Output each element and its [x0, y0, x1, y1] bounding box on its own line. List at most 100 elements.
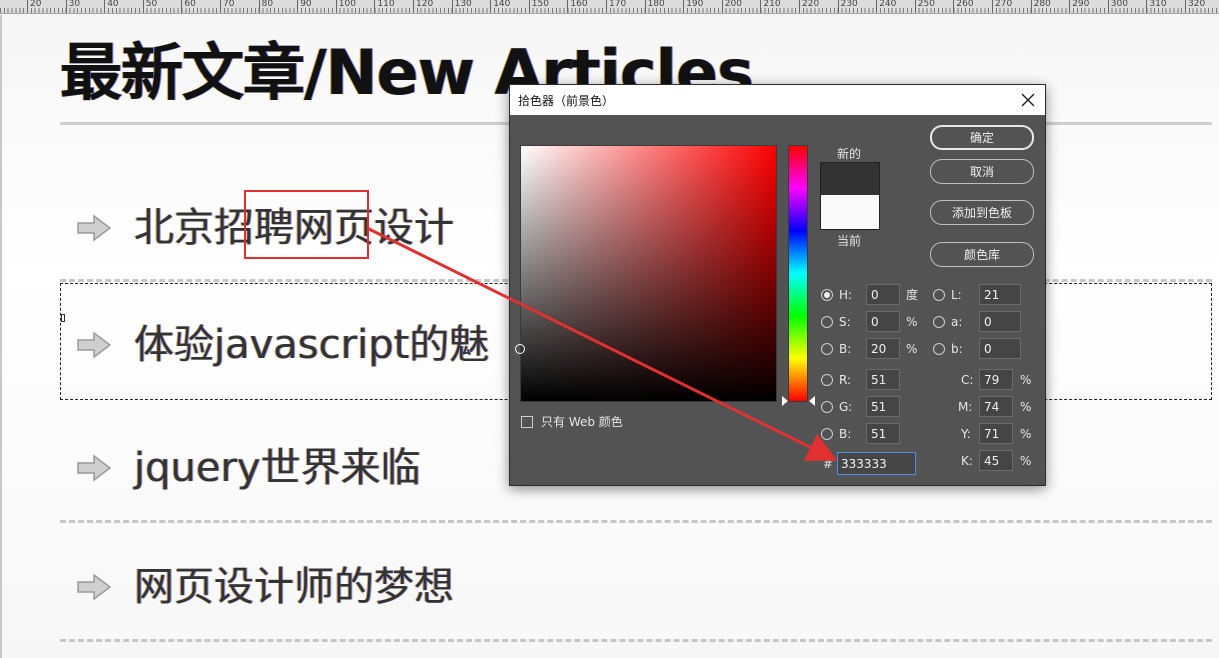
- radio-blue[interactable]: [821, 428, 833, 440]
- ruler-label: 70: [220, 0, 234, 13]
- arrow-right-icon: [77, 214, 112, 242]
- m-label: M:: [958, 400, 973, 414]
- annotation-highlight-box: [244, 190, 369, 259]
- web-colors-only-checkbox[interactable]: [521, 416, 533, 428]
- ruler-label: 230: [837, 0, 858, 13]
- article-title: 体验javascript的魅: [134, 322, 490, 368]
- current-color-label: 当前: [837, 234, 862, 248]
- magenta-input[interactable]: 74: [979, 396, 1013, 417]
- cancel-button[interactable]: 取消: [930, 159, 1034, 184]
- lab-b-input[interactable]: 0: [979, 338, 1021, 359]
- k-unit: %: [1020, 454, 1032, 468]
- color-field[interactable]: [515, 145, 777, 402]
- arrow-right-icon: [77, 454, 112, 482]
- article-item[interactable]: 体验javascript的魅: [76, 320, 489, 370]
- selection-marker: [61, 314, 65, 322]
- ruler-label: 310: [1146, 0, 1167, 13]
- hex-label: #: [823, 457, 834, 471]
- ruler-label: 100: [335, 0, 356, 13]
- radio-s[interactable]: [821, 316, 833, 328]
- ruler-label: 290: [1069, 0, 1089, 13]
- green-input[interactable]: 51: [866, 396, 900, 417]
- ruler-label: 20: [27, 0, 41, 13]
- s-input[interactable]: 0: [866, 311, 900, 332]
- h-input[interactable]: 0: [866, 284, 900, 305]
- radio-lab-b[interactable]: [933, 343, 945, 355]
- k-label: K:: [961, 454, 973, 468]
- ruler-label: 200: [721, 0, 742, 13]
- l-label: L:: [951, 288, 962, 302]
- color-field-cursor[interactable]: [515, 344, 525, 354]
- ruler-label: 60: [181, 0, 196, 13]
- radio-a[interactable]: [933, 316, 945, 328]
- y-unit: %: [1020, 427, 1032, 441]
- a-label: a:: [951, 315, 963, 329]
- ruler-label: 160: [567, 0, 588, 13]
- ruler-label: 210: [760, 0, 781, 13]
- ruler-label: 220: [799, 0, 819, 13]
- ruler-label: 30: [65, 0, 80, 13]
- arrow-right-icon: [77, 573, 112, 601]
- c-label: C:: [961, 373, 974, 387]
- ruler-label: 170: [606, 0, 626, 13]
- divider-dashed: [60, 520, 1212, 523]
- ruler-label: 110: [374, 0, 395, 13]
- black-input[interactable]: 45: [979, 450, 1013, 471]
- blue-input[interactable]: 51: [866, 423, 900, 444]
- yellow-input[interactable]: 71: [979, 423, 1013, 444]
- radio-h[interactable]: [821, 289, 833, 301]
- radio-b[interactable]: [821, 343, 833, 355]
- ruler-label: 260: [953, 0, 974, 13]
- hue-slider[interactable]: [782, 145, 815, 406]
- cyan-input[interactable]: 79: [979, 369, 1013, 390]
- s-label: S:: [839, 315, 851, 329]
- ruler-label: 280: [1030, 0, 1051, 13]
- close-button[interactable]: [1015, 88, 1041, 112]
- s-unit: %: [906, 315, 918, 329]
- radio-l[interactable]: [933, 289, 945, 301]
- web-colors-only-label: 只有 Web 颜色: [541, 415, 623, 429]
- article-item[interactable]: jquery世界来临: [76, 443, 421, 493]
- ruler-label: 300: [1107, 0, 1128, 13]
- ruler-label: 120: [413, 0, 433, 13]
- lab-b-label: b:: [951, 342, 963, 356]
- ruler-label: 180: [644, 0, 665, 13]
- color-libraries-button[interactable]: 颜色库: [930, 242, 1034, 267]
- close-icon: [1021, 93, 1035, 107]
- r-label: R:: [839, 373, 852, 387]
- l-input[interactable]: 21: [979, 284, 1021, 305]
- brightness-input[interactable]: 20: [866, 338, 900, 359]
- ruler-label: 320: [1185, 0, 1205, 13]
- ruler-label: 80: [258, 0, 273, 13]
- hue-slider-handle-left[interactable]: [782, 396, 788, 406]
- dialog-titlebar[interactable]: 拾色器（前景色）: [510, 85, 1045, 115]
- g-label: G:: [839, 400, 853, 414]
- ruler-label: 250: [914, 0, 935, 13]
- hex-input[interactable]: 333333: [837, 452, 916, 475]
- add-to-swatches-button[interactable]: 添加到色板: [930, 200, 1034, 225]
- h-label: H:: [839, 288, 853, 302]
- ruler-label: 130: [451, 0, 472, 13]
- a-input[interactable]: 0: [979, 311, 1021, 332]
- blue-label: B:: [839, 427, 852, 441]
- radio-r[interactable]: [821, 374, 833, 386]
- article-title: jquery世界来临: [134, 445, 421, 491]
- m-unit: %: [1020, 400, 1032, 414]
- ruler-label: 270: [992, 0, 1012, 13]
- arrow-right-icon: [77, 331, 112, 359]
- ruler-label: 140: [490, 0, 510, 13]
- ok-button[interactable]: 确定: [930, 125, 1034, 150]
- b-label: B:: [839, 342, 852, 356]
- ruler-label: 150: [528, 0, 549, 13]
- ruler-label: 40: [104, 0, 119, 13]
- divider-dashed: [60, 639, 1212, 642]
- new-color-swatch: [820, 162, 880, 195]
- y-label: Y:: [961, 427, 971, 441]
- red-input[interactable]: 51: [866, 369, 900, 390]
- c-unit: %: [1020, 373, 1032, 387]
- hue-slider-handle-right[interactable]: [809, 396, 815, 406]
- current-color-swatch[interactable]: [820, 195, 880, 230]
- radio-g[interactable]: [821, 401, 833, 413]
- horizontal-ruler: 20 30 40 50 60 70 80 90 100 110 120 130 140 150 160 170…: [0, 0, 1219, 14]
- article-item[interactable]: 网页设计师的梦想: [76, 562, 454, 612]
